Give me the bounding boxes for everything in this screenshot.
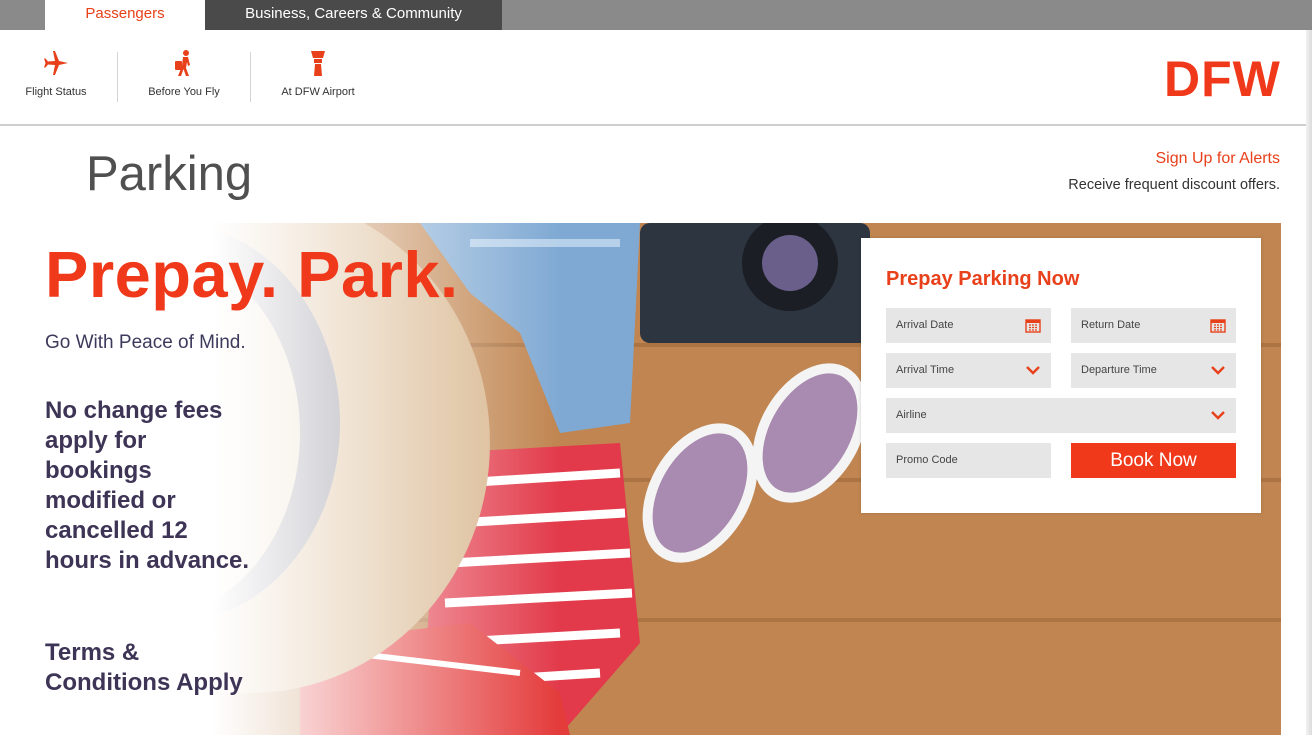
- nav-at-dfw-airport[interactable]: At DFW Airport: [268, 48, 368, 98]
- chevron-down-icon: [1026, 366, 1040, 375]
- chevron-down-icon: [1211, 411, 1225, 420]
- nav-before-you-fly-label: Before You Fly: [148, 86, 220, 98]
- hero-headline: Prepay. Park.: [45, 238, 459, 311]
- tab-business-careers-community[interactable]: Business, Careers & Community: [205, 0, 502, 30]
- airline-select[interactable]: Airline: [886, 398, 1236, 433]
- page-title: Parking: [86, 147, 253, 201]
- departure-time-select[interactable]: Departure Time: [1071, 353, 1236, 388]
- top-tab-bar: Passengers Business, Careers & Community: [0, 0, 1312, 30]
- form-title: Prepay Parking Now: [886, 268, 1080, 290]
- promo-code-placeholder: Promo Code: [896, 454, 958, 466]
- no-change-fees-text: No change fees apply for bookings modifi…: [45, 397, 250, 574]
- calendar-icon: [1210, 319, 1226, 333]
- prepay-parking-form: Prepay Parking Now Arrival Date Return D…: [861, 238, 1261, 513]
- nav-divider: [117, 52, 118, 102]
- page-edge-shadow: [1306, 30, 1312, 735]
- nav-flight-status-label: Flight Status: [25, 86, 87, 98]
- alerts-description: Receive frequent discount offers.: [1068, 177, 1280, 193]
- dfw-logo[interactable]: DFW: [1162, 52, 1282, 102]
- nav-divider: [250, 52, 251, 102]
- sign-up-for-alerts-link[interactable]: Sign Up for Alerts: [1156, 150, 1281, 168]
- tab-passengers[interactable]: Passengers: [45, 0, 205, 30]
- return-date-field[interactable]: Return Date: [1071, 308, 1236, 343]
- nav-before-you-fly[interactable]: Before You Fly: [134, 48, 234, 98]
- airline-placeholder: Airline: [896, 409, 927, 421]
- chevron-down-icon: [1211, 366, 1225, 375]
- control-tower-icon: [311, 51, 325, 76]
- plane-icon: [44, 51, 68, 75]
- nav-flight-status[interactable]: Flight Status: [12, 48, 100, 98]
- calendar-icon: [1025, 319, 1041, 333]
- hero-subheading: Go With Peace of Mind.: [45, 332, 246, 353]
- arrival-date-field[interactable]: Arrival Date: [886, 308, 1051, 343]
- main-nav: Flight Status Before You Fly At DFW Airp…: [0, 30, 1312, 126]
- dfw-logo-text: DFW: [1164, 52, 1281, 102]
- terms-conditions-text: Terms & Conditions Apply: [45, 639, 243, 696]
- arrival-time-placeholder: Arrival Time: [896, 364, 955, 376]
- promo-code-input[interactable]: Promo Code: [886, 443, 1051, 478]
- departure-time-placeholder: Departure Time: [1081, 364, 1157, 376]
- arrival-time-select[interactable]: Arrival Time: [886, 353, 1051, 388]
- return-date-placeholder: Return Date: [1081, 319, 1141, 331]
- book-now-button[interactable]: Book Now: [1071, 443, 1236, 478]
- traveler-icon: [175, 50, 190, 76]
- arrival-date-placeholder: Arrival Date: [896, 319, 954, 331]
- nav-at-dfw-airport-label: At DFW Airport: [281, 86, 355, 98]
